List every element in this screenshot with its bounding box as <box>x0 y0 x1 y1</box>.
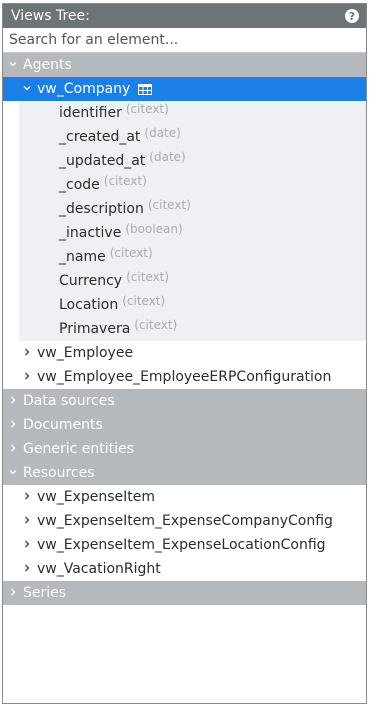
tree-item-vw-employee-erp-config[interactable]: vw_Employee_EmployeeERPConfiguration <box>3 365 366 389</box>
tree-item-label: vw_ExpenseItem_ExpenseCompanyConfig <box>37 513 333 529</box>
chevron-right-icon <box>23 492 37 503</box>
tree-item-vw-expenseitem[interactable]: vw_ExpenseItem <box>3 485 366 509</box>
field-name: identifier <box>59 105 122 121</box>
field-type: (citext) <box>103 174 147 188</box>
field-item[interactable]: identifier (citext) <box>19 101 366 125</box>
chevron-right-icon <box>23 348 37 359</box>
field-type: (citext) <box>126 270 170 284</box>
chevron-down-icon <box>9 468 23 479</box>
field-list: identifier (citext) _created_at (date) _up… <box>19 101 366 341</box>
views-tree-title: Views Tree: <box>11 8 90 24</box>
section-label: Series <box>23 585 67 601</box>
field-item[interactable]: _description (citext) <box>19 197 366 221</box>
views-tree-header: Views Tree: ? <box>3 4 366 28</box>
field-item[interactable]: Location (citext) <box>19 293 366 317</box>
field-type: (citext) <box>125 102 169 116</box>
tree-item-vw-company[interactable]: vw_Company <box>3 77 366 101</box>
section-data-sources[interactable]: Data sources <box>3 389 366 413</box>
section-agents[interactable]: Agents <box>3 53 366 77</box>
section-label: Documents <box>23 417 103 433</box>
field-item[interactable]: _name (citext) <box>19 245 366 269</box>
field-name: Primavera <box>59 321 131 337</box>
section-series[interactable]: Series <box>3 581 366 605</box>
field-type: (date) <box>149 150 186 164</box>
tree-item-vw-employee[interactable]: vw_Employee <box>3 341 366 365</box>
field-name: _created_at <box>59 129 141 145</box>
section-label: Agents <box>23 57 72 73</box>
section-documents[interactable]: Documents <box>3 413 366 437</box>
field-item[interactable]: _updated_at (date) <box>19 149 366 173</box>
section-resources[interactable]: Resources <box>3 461 366 485</box>
chevron-right-icon <box>23 372 37 383</box>
field-name: _code <box>59 177 100 193</box>
tree-item-label: vw_VacationRight <box>37 561 161 577</box>
field-item[interactable]: Currency (citext) <box>19 269 366 293</box>
tree-item-label: vw_ExpenseItem_ExpenseLocationConfig <box>37 537 326 553</box>
search-bar <box>3 28 366 53</box>
field-type: (citext) <box>122 294 166 308</box>
field-type: (citext) <box>109 246 153 260</box>
field-name: _description <box>59 201 144 217</box>
tree-item-label: vw_Employee <box>37 345 134 361</box>
field-item[interactable]: _code (citext) <box>19 173 366 197</box>
chevron-down-icon <box>23 84 37 95</box>
chevron-right-icon <box>23 540 37 551</box>
field-type: (boolean) <box>125 222 183 236</box>
tree-item-vw-expenseitem-company-config[interactable]: vw_ExpenseItem_ExpenseCompanyConfig <box>3 509 366 533</box>
chevron-right-icon <box>9 420 23 431</box>
chevron-down-icon <box>9 60 23 71</box>
search-input[interactable] <box>7 32 362 48</box>
tree-item-label: vw_Employee_EmployeeERPConfiguration <box>37 369 332 385</box>
field-item[interactable]: _inactive (boolean) <box>19 221 366 245</box>
chevron-right-icon <box>23 564 37 575</box>
chevron-right-icon <box>23 516 37 527</box>
chevron-right-icon <box>9 444 23 455</box>
tree-item-label: vw_ExpenseItem <box>37 489 156 505</box>
field-type: (citext) <box>134 318 178 332</box>
field-name: _updated_at <box>59 153 146 169</box>
field-type: (date) <box>144 126 181 140</box>
section-label: Data sources <box>23 393 115 409</box>
field-item[interactable]: Primavera (citext) <box>19 317 366 341</box>
field-name: Location <box>59 297 119 313</box>
views-tree-panel: Views Tree: ? Agents vw_Company identifi… <box>2 3 367 704</box>
field-name: _name <box>59 249 106 265</box>
tree-item-vw-expenseitem-location-config[interactable]: vw_ExpenseItem_ExpenseLocationConfig <box>3 533 366 557</box>
tree-item-label: vw_Company <box>37 81 131 97</box>
section-label: Resources <box>23 465 95 481</box>
section-generic-entities[interactable]: Generic entities <box>3 437 366 461</box>
chevron-right-icon <box>9 588 23 599</box>
tree-item-vw-vacationright[interactable]: vw_VacationRight <box>3 557 366 581</box>
section-label: Generic entities <box>23 441 134 457</box>
help-icon[interactable]: ? <box>345 9 359 23</box>
chevron-right-icon <box>9 396 23 407</box>
table-icon[interactable] <box>138 83 153 95</box>
field-item[interactable]: _created_at (date) <box>19 125 366 149</box>
field-name: _inactive <box>59 225 122 241</box>
field-type: (citext) <box>147 198 191 212</box>
field-name: Currency <box>59 273 123 289</box>
